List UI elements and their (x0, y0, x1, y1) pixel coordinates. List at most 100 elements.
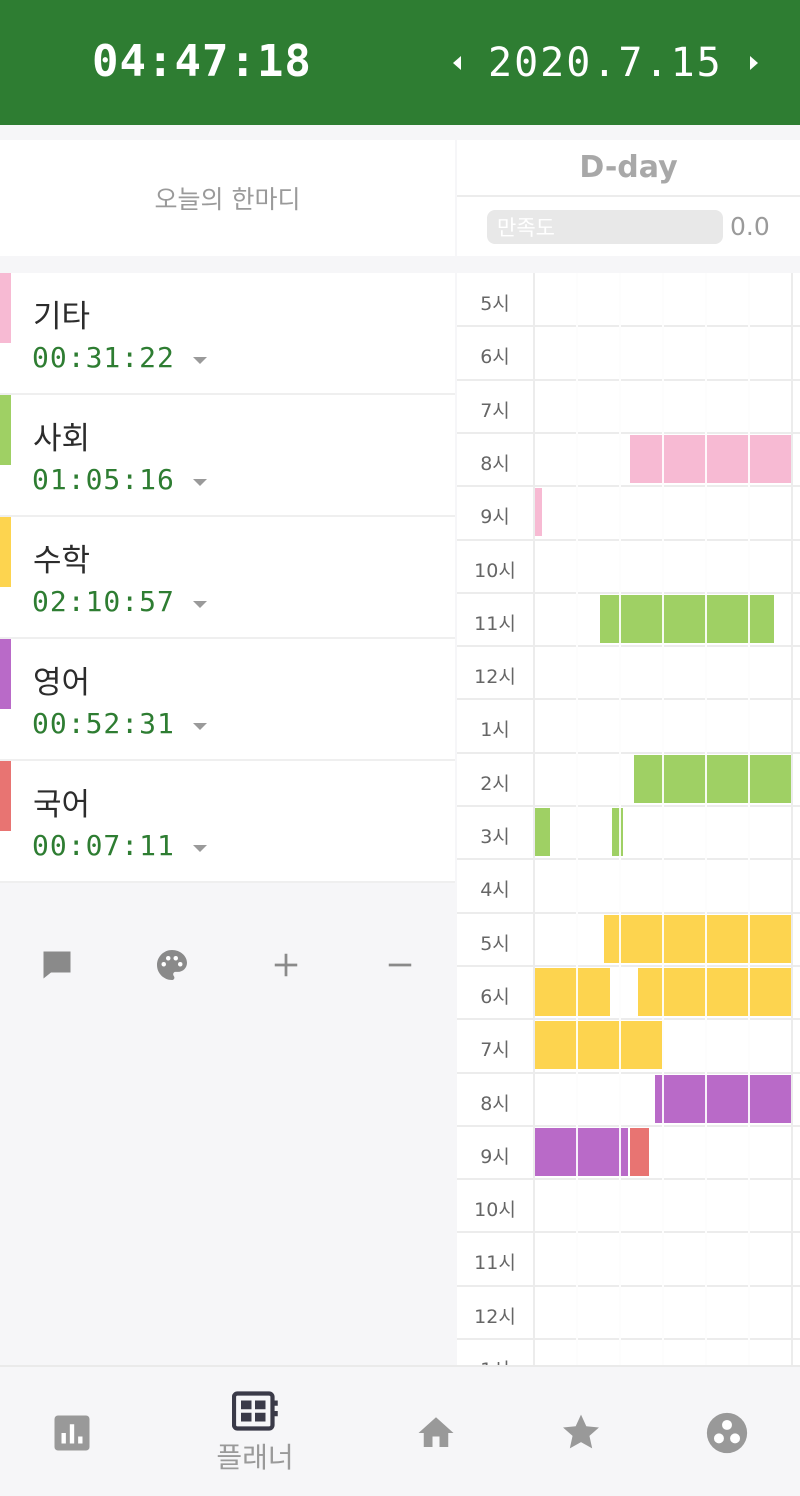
chevron-left-icon (453, 56, 461, 70)
hour-label: 7시 (480, 1039, 510, 1062)
add-subject-button[interactable] (256, 935, 316, 995)
dropdown-caret-icon[interactable] (193, 357, 207, 364)
current-date: 2020.7.15 (488, 40, 723, 86)
bottom-navigation: 플래너 (0, 1365, 800, 1496)
subject-name: 국어 (33, 787, 91, 823)
dday-panel[interactable]: D-day 만족도 0.0 (457, 140, 800, 256)
study-block[interactable] (535, 1127, 628, 1177)
subject-time: 01:05:16 (32, 463, 175, 496)
palette-button[interactable] (142, 935, 202, 995)
subject-time: 00:31:22 (32, 341, 175, 374)
nav-home[interactable] (406, 1367, 466, 1496)
grid-line (705, 273, 707, 1365)
subject-time: 00:07:11 (32, 829, 175, 862)
dropdown-caret-icon[interactable] (193, 723, 207, 730)
comment-icon (43, 951, 71, 979)
subject-name: 사회 (33, 421, 91, 457)
subject-name: 영어 (33, 665, 91, 701)
hour-label: 9시 (480, 506, 510, 529)
grid-line (576, 273, 578, 1365)
palette-icon (157, 950, 187, 980)
nav-group[interactable] (697, 1367, 757, 1496)
hour-label: 6시 (480, 346, 510, 369)
chevron-right-icon (749, 56, 758, 70)
prev-date-button[interactable] (440, 38, 474, 88)
remove-subject-button[interactable] (370, 935, 430, 995)
subject-color-bar (0, 761, 11, 831)
subject-color-bar (0, 517, 11, 587)
satisfaction-value: 0.0 (730, 212, 770, 241)
study-block[interactable] (655, 1074, 791, 1123)
grid-line (748, 273, 750, 1365)
hour-label: 11시 (474, 1252, 516, 1275)
study-block[interactable] (535, 967, 611, 1017)
hour-label: 6시 (480, 985, 510, 1008)
study-block[interactable] (629, 434, 791, 484)
toolbar (0, 935, 455, 995)
hour-label: 1시 (457, 1355, 533, 1365)
study-block[interactable] (535, 1021, 662, 1070)
dropdown-caret-icon[interactable] (193, 479, 207, 486)
nav-planner[interactable]: 플래너 (195, 1367, 315, 1496)
hour-label: 10시 (474, 1199, 516, 1222)
study-block[interactable] (633, 754, 791, 803)
study-block[interactable] (603, 914, 791, 963)
hour-label: 8시 (480, 452, 510, 475)
hour-label: 5시 (480, 293, 510, 315)
nav-favorites[interactable] (551, 1367, 611, 1496)
subject-name: 기타 (33, 299, 91, 335)
stats-icon (54, 1415, 90, 1450)
dropdown-caret-icon[interactable] (193, 845, 207, 852)
group-icon (706, 1412, 748, 1453)
subject-name: 수학 (33, 543, 91, 579)
hour-label: 10시 (474, 559, 516, 582)
daily-motto[interactable]: 오늘의 한마디 (0, 140, 455, 256)
current-time: 04:47:18 (92, 36, 312, 87)
study-block[interactable] (535, 488, 542, 537)
hour-label: 5시 (480, 932, 510, 955)
hour-label: 2시 (480, 772, 510, 795)
hour-label: 3시 (480, 826, 510, 848)
dropdown-caret-icon[interactable] (193, 601, 207, 608)
next-date-button[interactable] (737, 38, 771, 88)
subject-time: 00:52:31 (32, 707, 175, 740)
study-block[interactable] (535, 808, 551, 857)
study-block[interactable] (629, 1127, 650, 1177)
subject-row[interactable]: 기타 00:31:22 (0, 273, 455, 395)
hour-label: 8시 (480, 1092, 510, 1115)
nav-planner-label: 플래너 (216, 1440, 294, 1474)
hour-label: 12시 (474, 1305, 516, 1328)
timetable-grid[interactable]: 5시 6시 7시 8시 9시 10시 11시 12시 1시 2시 3시 4시 5시 6시 7시 8시 9시 10시… (457, 273, 800, 1365)
planner-icon (232, 1390, 278, 1431)
dday-title[interactable]: D-day (457, 140, 800, 197)
subject-row[interactable]: 수학 02:10:57 (0, 517, 455, 639)
minus-icon (388, 963, 412, 967)
study-block[interactable] (612, 808, 624, 857)
plus-icon (274, 953, 298, 977)
comment-button[interactable] (27, 935, 87, 995)
subject-color-bar (0, 639, 11, 709)
star-icon (563, 1414, 599, 1448)
satisfaction-bar[interactable]: 만족도 (487, 210, 723, 244)
date-navigator: 2020.7.15 (440, 38, 771, 88)
subject-row[interactable]: 영어 00:52:31 (0, 639, 455, 761)
hour-label: 12시 (474, 666, 516, 689)
subject-color-bar (0, 273, 11, 343)
subject-row[interactable]: 국어 00:07:11 (0, 761, 455, 883)
hour-label: 4시 (480, 879, 510, 902)
hour-label: 1시 (480, 719, 510, 742)
nav-stats[interactable] (42, 1367, 102, 1496)
subject-list: 기타 00:31:22 사회 01:05:16 수학 02:10:57 영어 0… (0, 273, 455, 883)
hour-label: 9시 (480, 1145, 510, 1168)
subject-color-bar (0, 395, 11, 465)
grid-line (791, 273, 793, 1365)
home-icon (418, 1416, 454, 1447)
app-screen: 04:47:18 2020.7.15 오늘의 한마디 D-day 만족도 0.0… (0, 0, 800, 1496)
subject-row[interactable]: 사회 01:05:16 (0, 395, 455, 517)
hour-label: 7시 (480, 399, 510, 422)
grid-line (662, 273, 664, 1365)
subject-time: 02:10:57 (32, 585, 175, 618)
hour-label: 11시 (474, 612, 516, 635)
header-bar: 04:47:18 2020.7.15 (0, 0, 800, 125)
grid-line (619, 273, 621, 1365)
